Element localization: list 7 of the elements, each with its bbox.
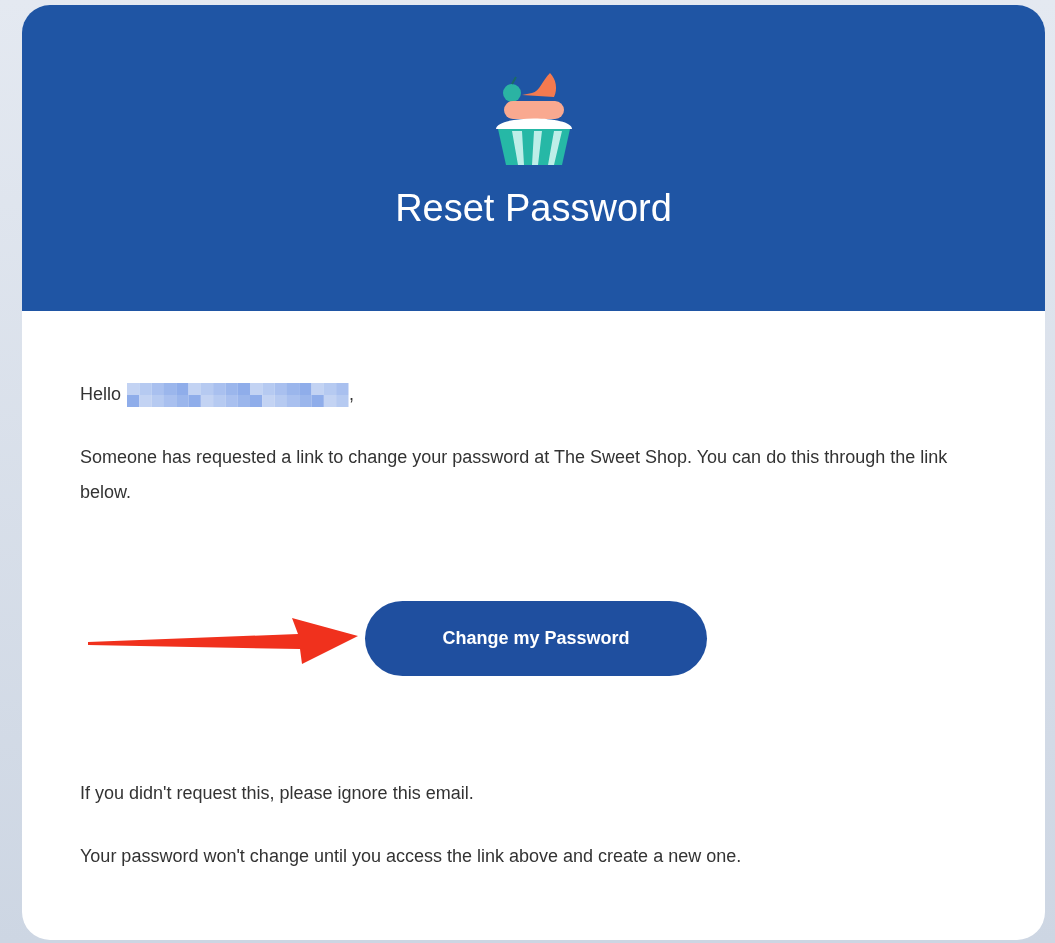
footer-paragraph: If you didn't request this, please ignore this email.: [80, 782, 475, 805]
change-password-button[interactable]: Change my Password: [365, 601, 707, 676]
footer-paragraph: Your password won't change until you access the link above and create a new one.: [80, 845, 743, 868]
greeting-comma: ,: [349, 383, 355, 406]
header-title: Reset Password: [395, 187, 672, 230]
message-paragraph: Someone has requested a link to change your password at The Sweet Shop. You can do this through the link below.: [80, 446, 949, 504]
greeting-text: Hello: [80, 383, 122, 406]
